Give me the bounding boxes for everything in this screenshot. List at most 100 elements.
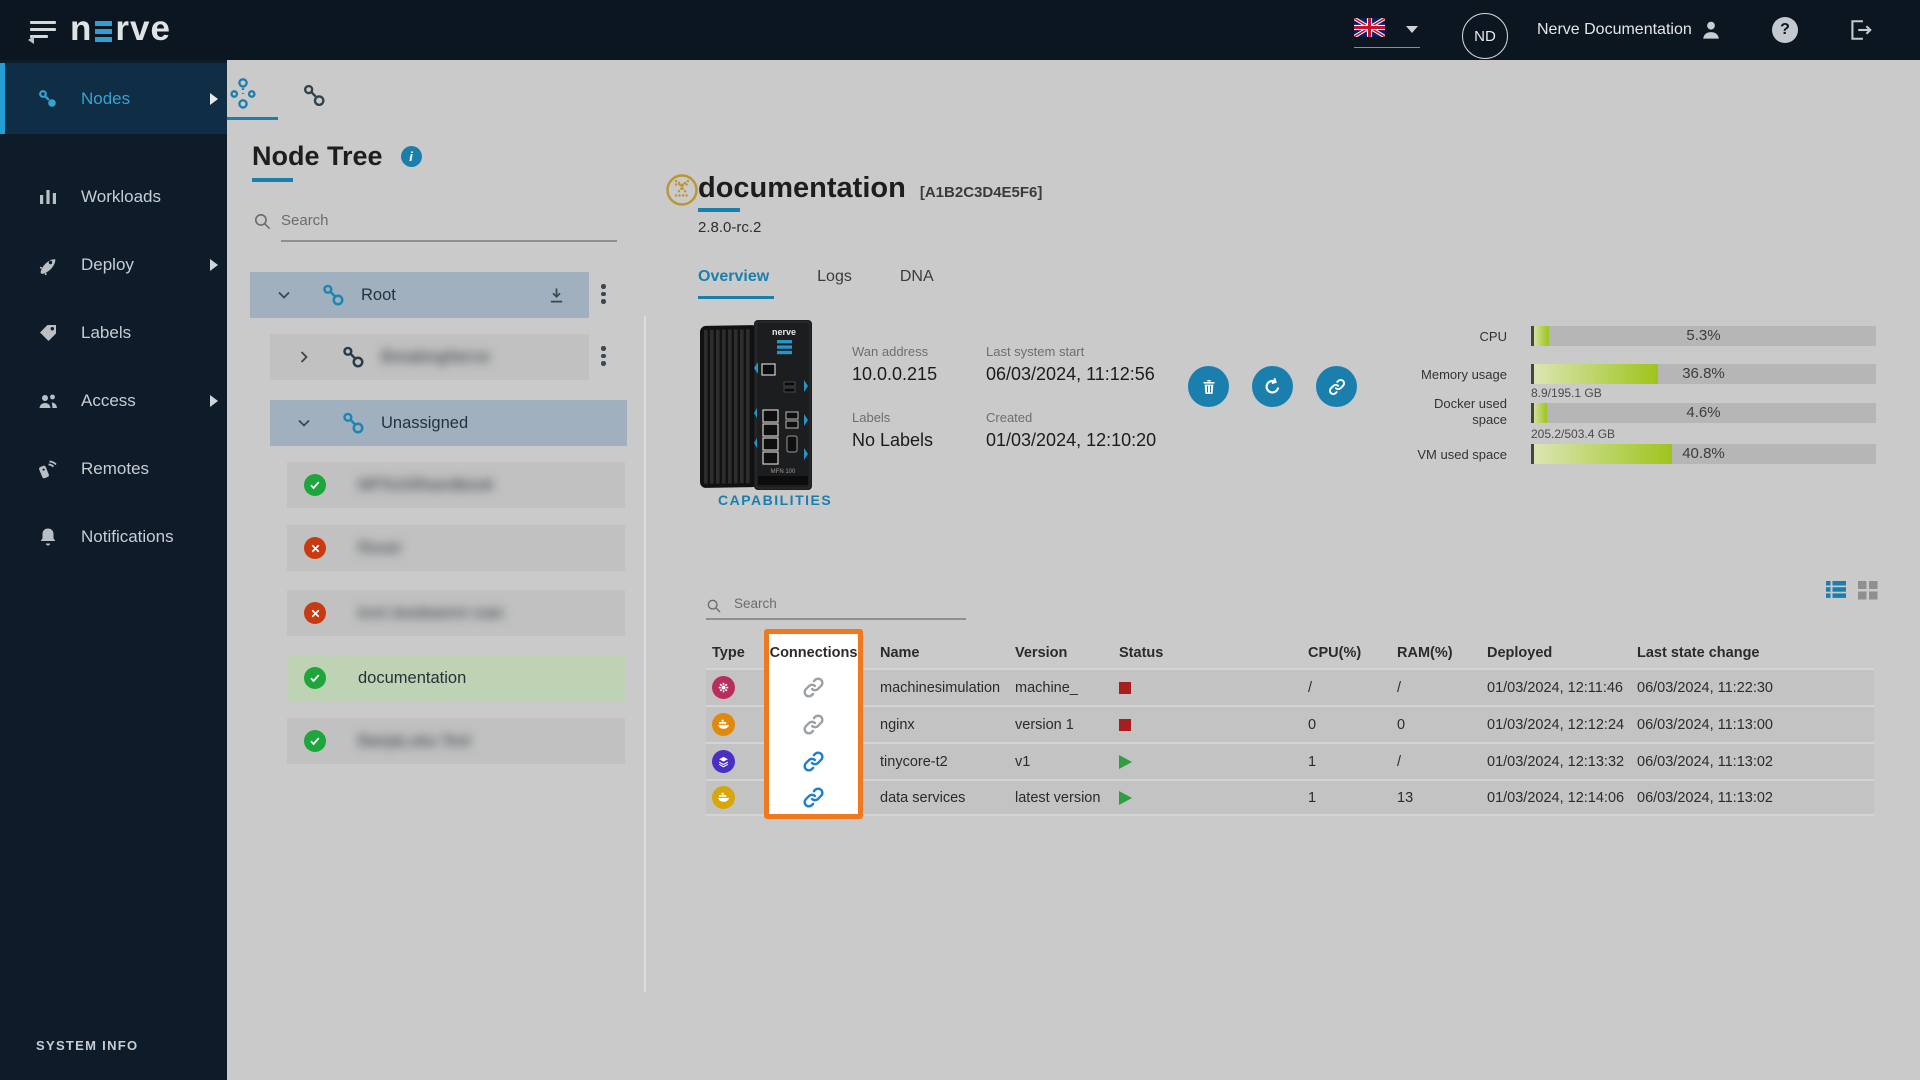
search-input[interactable] [281, 212, 581, 229]
root-menu-kebab-icon[interactable] [601, 284, 606, 304]
user-avatar[interactable]: ND [1462, 13, 1508, 59]
col-cpu[interactable]: CPU(%) [1304, 645, 1393, 661]
labels-value: No Labels [852, 430, 933, 451]
col-name[interactable]: Name [858, 645, 1011, 661]
tree-node[interactable]: MFN100handbook [287, 462, 625, 508]
cpu-gauge-value: 5.3% [1531, 326, 1876, 346]
chevron-down-icon[interactable] [294, 413, 314, 433]
account-icon[interactable] [1698, 17, 1724, 43]
capabilities-link[interactable]: CAPABILITIES [718, 492, 832, 508]
workload-last-change: 06/03/2024, 11:13:02 [1633, 790, 1874, 806]
node-name: documentation [698, 172, 906, 205]
sidebar-item-label: Remotes [81, 459, 149, 479]
group-menu-kebab-icon[interactable] [601, 346, 606, 366]
sidebar-item-access[interactable]: Access [0, 367, 227, 434]
col-last-state-change[interactable]: Last state change [1633, 645, 1874, 661]
connection-active-icon[interactable] [801, 749, 826, 774]
tab-logs[interactable]: Logs [817, 268, 852, 286]
remotes-icon [36, 457, 60, 481]
workload-row-tinycore-t2[interactable]: tinycore-t2 v1 1 / 01/03/2024, 12:13:32 … [706, 742, 1874, 779]
node-online-icon [304, 730, 326, 752]
sidebar-item-notifications[interactable]: Notifications [0, 503, 227, 570]
workload-name: data services [858, 790, 1011, 806]
node-dna-emblem-icon [664, 172, 700, 208]
vm-workload-icon [712, 750, 735, 773]
list-view-toggle[interactable] [1824, 577, 1848, 601]
sidebar-item-label: Deploy [81, 255, 134, 275]
col-ram[interactable]: RAM(%) [1393, 645, 1483, 661]
chevron-right-icon [210, 259, 218, 271]
workload-cpu: 1 [1304, 754, 1393, 770]
tree-node-documentation[interactable]: documentation [287, 655, 625, 701]
reboot-node-button[interactable] [1252, 366, 1293, 407]
panel-divider [644, 316, 646, 992]
memory-gauge-label: Memory usage [1330, 367, 1507, 383]
grid-view-toggle[interactable] [1856, 577, 1880, 601]
collapse-all-icon[interactable] [546, 285, 567, 306]
workload-row-machinesimulation[interactable]: machinesimulation machine_ / / 01/03/202… [706, 668, 1874, 705]
sidebar-item-label: Labels [81, 323, 131, 343]
logout-icon[interactable] [1846, 16, 1874, 44]
tab-overview[interactable]: Overview [698, 268, 769, 286]
topbar: n rve ND Nerve Documentation ? [0, 0, 1920, 60]
tree-view-tab[interactable] [229, 77, 257, 111]
connection-inactive-icon[interactable] [801, 712, 826, 737]
tree-node[interactable]: kvm bookworm ivan [287, 590, 625, 636]
access-users-icon [36, 389, 60, 413]
help-icon[interactable]: ? [1772, 17, 1798, 43]
col-type[interactable]: Type [706, 645, 769, 661]
col-connections[interactable]: Connections [769, 645, 858, 661]
search-icon [253, 212, 272, 231]
sidebar-item-deploy[interactable]: Deploy [0, 231, 227, 298]
tree-node-root[interactable]: Root [250, 272, 589, 318]
delete-node-button[interactable] [1188, 366, 1229, 407]
created-value: 01/03/2024, 12:10:20 [986, 430, 1156, 451]
nodes-icon [36, 87, 60, 111]
sidebar-item-nodes[interactable]: Nodes [0, 63, 227, 134]
chevron-down-icon[interactable] [274, 285, 294, 305]
memory-gauge: 36.8% [1531, 364, 1876, 384]
workload-row-nginx[interactable]: nginx version 1 0 0 01/03/2024, 12:12:24… [706, 705, 1874, 742]
workload-name: tinycore-t2 [858, 754, 1011, 770]
col-version[interactable]: Version [1011, 645, 1115, 661]
list-view-tab[interactable] [300, 82, 329, 110]
col-status[interactable]: Status [1115, 645, 1304, 661]
tree-node[interactable]: Rover [287, 525, 625, 571]
status-started-icon [1119, 755, 1132, 769]
labels-label: Labels [852, 410, 890, 425]
language-selector[interactable] [1354, 18, 1424, 37]
node-online-icon [304, 667, 326, 689]
system-info-button[interactable]: SYSTEM INFO [36, 1038, 138, 1053]
sidebar-item-remotes[interactable]: Remotes [0, 435, 227, 502]
created-label: Created [986, 410, 1032, 425]
sidebar-item-labels[interactable]: Labels [0, 299, 227, 366]
search-icon [706, 598, 722, 614]
workload-cpu: 1 [1304, 790, 1393, 806]
wan-address-label: Wan address [852, 344, 928, 359]
tree-node[interactable]: BanjaLuka Test [287, 718, 625, 764]
info-icon[interactable]: i [401, 146, 422, 167]
node-offline-icon [304, 602, 326, 624]
workload-row-data-services[interactable]: data services latest version 1 13 01/03/… [706, 779, 1874, 816]
labels-tag-icon [36, 321, 60, 345]
sidebar: Nodes Workloads Deploy Labels [0, 60, 227, 1080]
wan-address-value: 10.0.0.215 [852, 364, 937, 385]
sidebar-item-workloads[interactable]: Workloads [0, 163, 227, 230]
tree-node-unassigned[interactable]: Unassigned [270, 400, 627, 446]
sidebar-toggle-button[interactable] [30, 21, 56, 40]
col-deployed[interactable]: Deployed [1483, 645, 1633, 661]
tree-node-blurred-group[interactable]: BreakingNerve [270, 334, 589, 380]
connection-inactive-icon[interactable] [801, 675, 826, 700]
workload-search [706, 596, 986, 622]
connection-active-icon[interactable] [801, 785, 826, 810]
node-serial: [A1B2C3D4E5F6] [920, 184, 1043, 201]
tab-dna[interactable]: DNA [900, 268, 934, 286]
chevron-right-icon[interactable] [294, 347, 314, 367]
sidebar-item-label: Access [81, 391, 136, 411]
vm-gauge-label: VM used space [1330, 447, 1507, 463]
codesys-workload-icon [712, 676, 735, 699]
search-input[interactable] [734, 596, 964, 611]
status-stopped-icon [1119, 719, 1131, 731]
workload-ram: / [1393, 680, 1483, 696]
nerve-management-system: n rve ND Nerve Documentation ? [0, 0, 1920, 1080]
